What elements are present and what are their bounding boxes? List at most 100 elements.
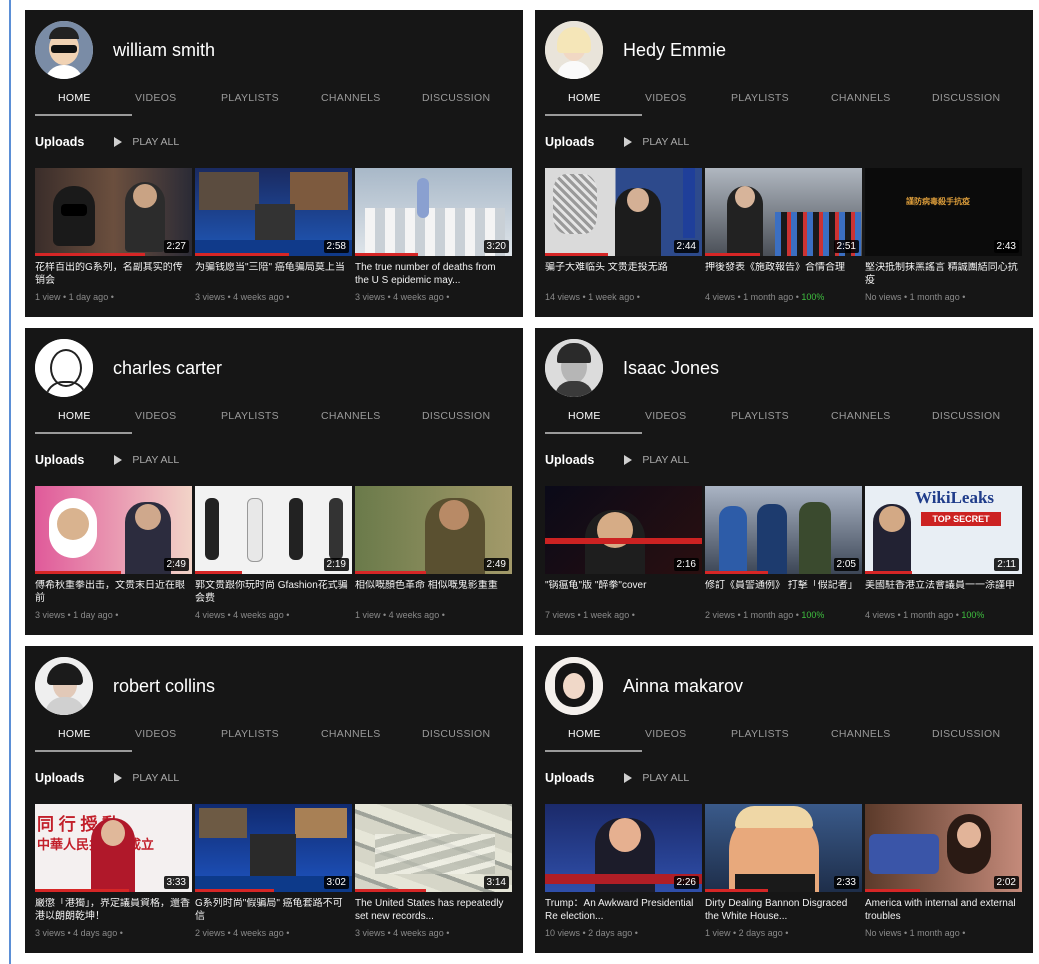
woman-bw-avatar[interactable] (35, 657, 93, 715)
video-thumbnail[interactable]: 2:19 (195, 486, 352, 574)
tab-videos[interactable]: VIDEOS (645, 410, 686, 422)
play-all-button[interactable]: PLAY ALL (642, 772, 689, 784)
video-title[interactable]: Trump：An Awkward Presidential Re electio… (545, 898, 702, 923)
play-icon[interactable] (114, 773, 123, 783)
play-icon[interactable] (624, 773, 633, 783)
video-card[interactable]: 2:02 America with internal and external … (865, 804, 1022, 938)
video-thumbnail[interactable]: 2:27 (35, 168, 192, 256)
play-all-button[interactable]: PLAY ALL (132, 454, 179, 466)
woman-avatar[interactable] (545, 657, 603, 715)
video-thumbnail[interactable]: 3:20 (355, 168, 512, 256)
video-thumbnail[interactable]: 同 行 授 動中華人民共和國成立 3:33 (35, 804, 192, 892)
video-title[interactable]: 为骗钱愿当"三陪" 癌龟骗局莫上当 (195, 262, 352, 287)
tab-playlists[interactable]: PLAYLISTS (731, 728, 789, 740)
tab-videos[interactable]: VIDEOS (645, 728, 686, 740)
play-all-button[interactable]: PLAY ALL (132, 136, 179, 148)
video-card[interactable]: WikiLeaks TOP SECRET 2:11 美國駐香港立法會議員一一涂謹申… (865, 486, 1022, 620)
video-thumbnail[interactable]: 2:02 (865, 804, 1022, 892)
tab-home[interactable]: HOME (568, 728, 601, 740)
video-card[interactable]: 2:44 骗子大难临头 文贵走投无路 14 views • 1 week ago… (545, 168, 702, 302)
video-card[interactable]: 2:05 修訂《員警通例》 打擊「假記者」 2 views • 1 month … (705, 486, 862, 620)
video-title[interactable]: 嚴懲「港獨」，界定議員資格，還香港以朗朗乾坤！ (35, 898, 192, 923)
video-card[interactable]: 2:49 傅希秋重拳出击，文贵末日近在眼前 3 views • 1 day ag… (35, 486, 192, 620)
tab-home[interactable]: HOME (58, 92, 91, 104)
video-card[interactable]: 2:33 Dirty Dealing Bannon Disgraced the … (705, 804, 862, 938)
tab-channels[interactable]: CHANNELS (831, 92, 891, 104)
tab-home[interactable]: HOME (58, 410, 91, 422)
tab-home[interactable]: HOME (58, 728, 91, 740)
tab-playlists[interactable]: PLAYLISTS (221, 410, 279, 422)
video-card[interactable]: 2:26 Trump：An Awkward Presidential Re el… (545, 804, 702, 938)
video-title[interactable]: 相似嘅顏色革命 相似嘅鬼影重重 (355, 580, 512, 605)
video-card[interactable]: 2:16 "锅瘟龟"版 "醉拳"cover 7 views • 1 week a… (545, 486, 702, 620)
tab-discussion[interactable]: DISCUSSION (932, 728, 1000, 740)
channel-name[interactable]: robert collins (113, 676, 215, 697)
channel-name[interactable]: Isaac Jones (623, 358, 719, 379)
tab-videos[interactable]: VIDEOS (645, 92, 686, 104)
tab-discussion[interactable]: DISCUSSION (422, 92, 490, 104)
video-card[interactable]: 2:58 为骗钱愿当"三陪" 癌龟骗局莫上当 3 views • 4 weeks… (195, 168, 352, 302)
play-all-button[interactable]: PLAY ALL (132, 772, 179, 784)
video-title[interactable]: 花样百出的G系列，名副其实的传销会 (35, 262, 192, 287)
tab-discussion[interactable]: DISCUSSION (932, 410, 1000, 422)
tab-videos[interactable]: VIDEOS (135, 410, 176, 422)
video-card[interactable]: 2:19 郭文贵跟你玩时尚 Gfashion花式骗会费 4 views • 4 … (195, 486, 352, 620)
tab-channels[interactable]: CHANNELS (321, 728, 381, 740)
play-all-button[interactable]: PLAY ALL (642, 136, 689, 148)
video-card[interactable]: 3:14 The United States has repeatedly se… (355, 804, 512, 938)
video-title[interactable]: "锅瘟龟"版 "醉拳"cover (545, 580, 702, 605)
play-icon[interactable] (624, 455, 633, 465)
sketch-avatar[interactable] (35, 339, 93, 397)
video-thumbnail[interactable]: 2:49 (35, 486, 192, 574)
video-title[interactable]: 骗子大难临头 文贵走投无路 (545, 262, 702, 287)
portrait-avatar[interactable] (545, 339, 603, 397)
tab-discussion[interactable]: DISCUSSION (422, 728, 490, 740)
video-thumbnail[interactable]: 2:16 (545, 486, 702, 574)
video-thumbnail[interactable]: 2:58 (195, 168, 352, 256)
video-card[interactable]: 2:27 花样百出的G系列，名副其实的传销会 1 view • 1 day ag… (35, 168, 192, 302)
tab-discussion[interactable]: DISCUSSION (932, 92, 1000, 104)
video-title[interactable]: The true number of deaths from the U S e… (355, 262, 512, 287)
video-thumbnail[interactable]: 2:51 (705, 168, 862, 256)
video-thumbnail[interactable]: 2:33 (705, 804, 862, 892)
tab-playlists[interactable]: PLAYLISTS (731, 410, 789, 422)
video-thumbnail[interactable]: 3:14 (355, 804, 512, 892)
play-all-button[interactable]: PLAY ALL (642, 454, 689, 466)
video-thumbnail[interactable]: 3:02 (195, 804, 352, 892)
video-title[interactable]: 修訂《員警通例》 打擊「假記者」 (705, 580, 862, 605)
tab-channels[interactable]: CHANNELS (831, 410, 891, 422)
video-title[interactable]: Dirty Dealing Bannon Disgraced the White… (705, 898, 862, 923)
video-card[interactable]: 謹防病毒殺手抗疫 2:43 堅決抵制抹黑謠言 精誠團結同心抗疫 No views… (865, 168, 1022, 302)
video-title[interactable]: 傅希秋重拳出击，文贵末日近在眼前 (35, 580, 192, 605)
video-thumbnail[interactable]: 謹防病毒殺手抗疫 2:43 (865, 168, 1022, 256)
video-card[interactable]: 2:49 相似嘅顏色革命 相似嘅鬼影重重 1 view • 4 weeks ag… (355, 486, 512, 620)
tab-playlists[interactable]: PLAYLISTS (221, 728, 279, 740)
channel-name[interactable]: william smith (113, 40, 215, 61)
video-title[interactable]: America with internal and external troub… (865, 898, 1022, 923)
video-card[interactable]: 同 行 授 動中華人民共和國成立 3:33 嚴懲「港獨」，界定議員資格，還香港以… (35, 804, 192, 938)
video-title[interactable]: G系列时尚"假骗局" 癌龟套路不可信 (195, 898, 352, 923)
tab-playlists[interactable]: PLAYLISTS (731, 92, 789, 104)
tab-playlists[interactable]: PLAYLISTS (221, 92, 279, 104)
video-thumbnail[interactable]: 2:05 (705, 486, 862, 574)
tab-discussion[interactable]: DISCUSSION (422, 410, 490, 422)
tab-home[interactable]: HOME (568, 410, 601, 422)
video-title[interactable]: 堅決抵制抹黑謠言 精誠團結同心抗疫 (865, 262, 1022, 287)
video-thumbnail[interactable]: WikiLeaks TOP SECRET 2:11 (865, 486, 1022, 574)
video-card[interactable]: 3:02 G系列时尚"假骗局" 癌龟套路不可信 2 views • 4 week… (195, 804, 352, 938)
video-title[interactable]: 郭文贵跟你玩时尚 Gfashion花式骗会费 (195, 580, 352, 605)
tab-channels[interactable]: CHANNELS (321, 410, 381, 422)
video-card[interactable]: 3:20 The true number of deaths from the … (355, 168, 512, 302)
cartoon-avatar[interactable] (35, 21, 93, 79)
video-title[interactable]: 押後發表《施政報告》合情合理 (705, 262, 862, 287)
tab-channels[interactable]: CHANNELS (321, 92, 381, 104)
video-title[interactable]: The United States has repeatedly set new… (355, 898, 512, 923)
play-icon[interactable] (624, 137, 633, 147)
video-thumbnail[interactable]: 2:26 (545, 804, 702, 892)
video-card[interactable]: 2:51 押後發表《施政報告》合情合理 4 views • 1 month ag… (705, 168, 862, 302)
play-icon[interactable] (114, 137, 123, 147)
tab-channels[interactable]: CHANNELS (831, 728, 891, 740)
channel-name[interactable]: charles carter (113, 358, 222, 379)
video-thumbnail[interactable]: 2:49 (355, 486, 512, 574)
video-thumbnail[interactable]: 2:44 (545, 168, 702, 256)
